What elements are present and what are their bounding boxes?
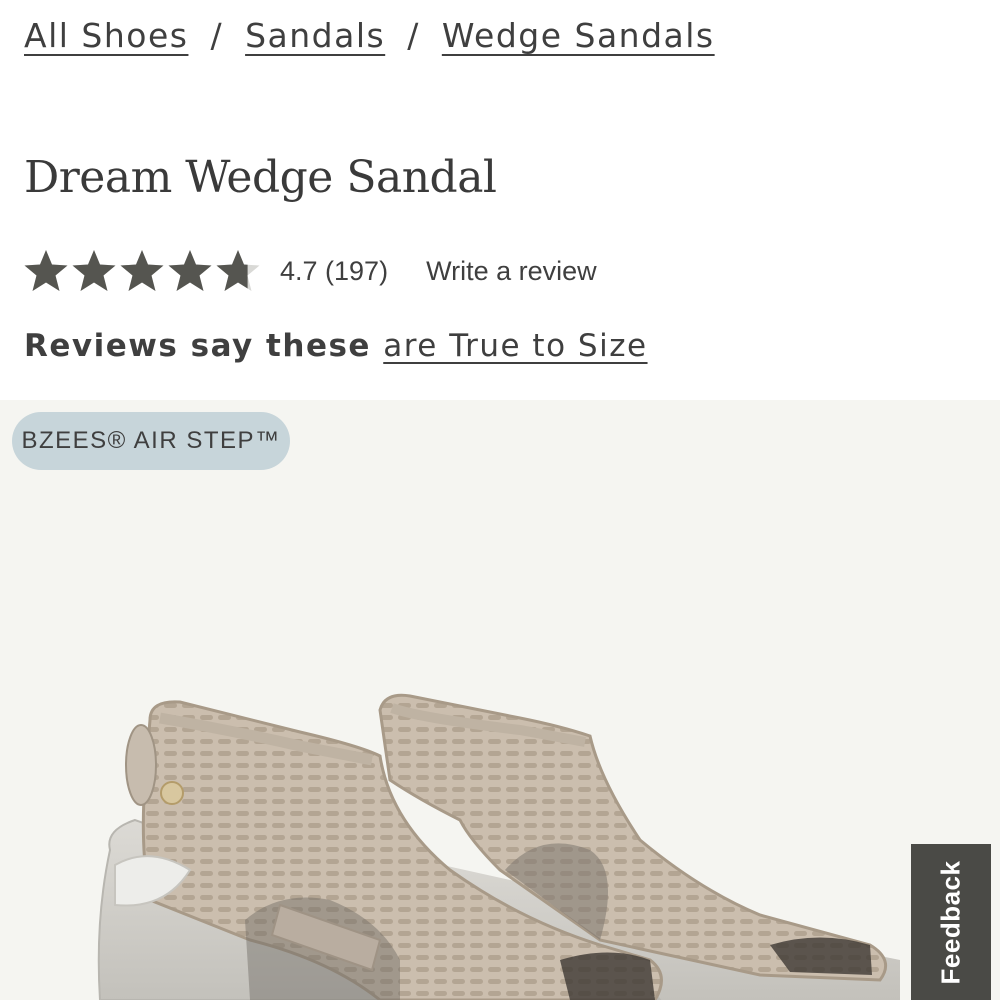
feedback-tab[interactable]: Feedback [911,844,991,1000]
breadcrumb-sandals[interactable]: Sandals [245,16,385,55]
true-to-size-link[interactable]: are True to Size [383,328,647,364]
product-page: All Shoes / Sandals / Wedge Sandals Drea… [0,0,1000,1000]
brand-badge: BZEES® AIR STEP™ [12,412,290,470]
breadcrumb-separator: / [210,16,224,55]
breadcrumb: All Shoes / Sandals / Wedge Sandals [24,16,715,55]
breadcrumb-separator: / [407,16,420,55]
breadcrumb-wedge-sandals[interactable]: Wedge Sandals [442,16,715,55]
breadcrumb-all-shoes[interactable]: All Shoes [24,16,188,55]
star-icon [72,250,116,291]
feedback-label: Feedback [935,860,966,984]
write-review-link[interactable]: Write a review [426,256,597,287]
fit-summary-prefix: Reviews say these [24,328,371,364]
star-icon [24,250,68,291]
star-rating[interactable] [22,247,262,295]
star-icon [216,250,260,291]
rating-summary[interactable]: 4.7 (197) [280,256,388,287]
product-image[interactable] [0,400,1000,1000]
star-icon [120,250,164,291]
product-title: Dream Wedge Sandal [24,152,497,203]
product-image-area[interactable]: BZEES® AIR STEP™ [0,400,1000,1000]
rating-row: 4.7 (197) Write a review [22,243,597,299]
fit-summary: Reviews say these are True to Size [24,328,648,364]
star-icon [168,250,212,291]
